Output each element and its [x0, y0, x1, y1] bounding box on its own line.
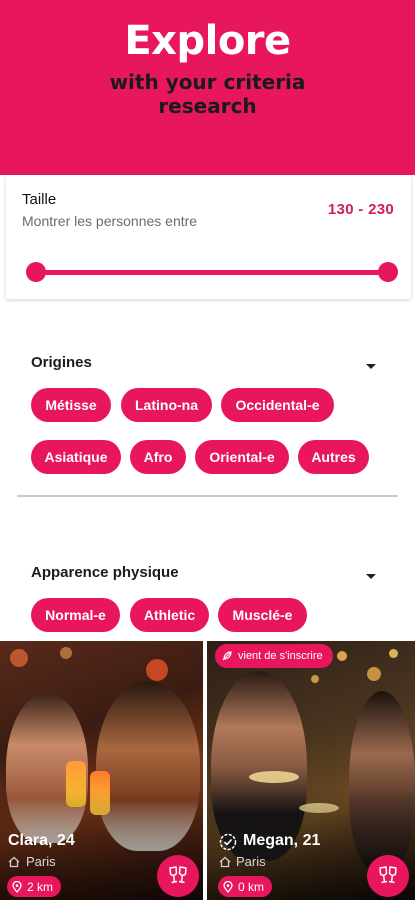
feather-icon: [222, 651, 232, 661]
home-icon: [8, 856, 20, 868]
page-title: Explore: [124, 18, 291, 64]
bokeh-light: [311, 675, 319, 683]
slider-track: [30, 270, 394, 275]
chip-origin-autres[interactable]: Autres: [298, 440, 369, 474]
distance-text: 0 km: [238, 879, 265, 894]
cheers-button[interactable]: [157, 855, 199, 897]
chip-origin-occidental[interactable]: Occidental-e: [221, 388, 334, 422]
slider-max-handle[interactable]: [378, 262, 398, 282]
chip-appearance-athletic[interactable]: Athletic: [130, 598, 209, 632]
caret-down-icon[interactable]: [366, 364, 376, 369]
size-filter-description: Montrer les personnes entre: [22, 213, 198, 229]
chip-origin-latino[interactable]: Latino-na: [121, 388, 212, 422]
subtitle-line-2: research: [158, 94, 257, 118]
new-member-text: vient de s'inscrire: [238, 650, 323, 662]
distance-badge: 0 km: [218, 876, 273, 897]
bokeh-light: [337, 651, 347, 661]
chip-origin-afro[interactable]: Afro: [130, 440, 186, 474]
subtitle-line-1: with your criteria: [109, 70, 306, 94]
size-range-slider[interactable]: [26, 262, 398, 282]
location-pin-icon: [12, 880, 22, 893]
chip-origin-oriental[interactable]: Oriental-e: [195, 440, 289, 474]
bokeh-light: [146, 659, 168, 681]
bokeh-light: [60, 647, 72, 659]
bokeh-light: [10, 649, 28, 667]
distance-badge: 2 km: [7, 876, 62, 897]
appearance-section-title: Apparence physique: [31, 564, 179, 581]
cheers-icon: [169, 866, 187, 884]
bokeh-light: [389, 649, 398, 658]
chip-appearance-muscle[interactable]: Musclé-e: [218, 598, 307, 632]
profile-name: Megan, 21: [243, 832, 321, 849]
profile-name: Clara, 24: [8, 832, 75, 849]
page-subtitle: with your criteria research: [0, 70, 415, 118]
explore-header: Explore with your criteria research: [0, 0, 415, 175]
chip-origin-asiatique[interactable]: Asiatique: [31, 440, 121, 474]
chip-appearance-normal[interactable]: Normal-e: [31, 598, 120, 632]
size-filter-label: Taille: [22, 191, 57, 208]
profile-card[interactable]: Clara, 24 Paris 2 km: [0, 641, 203, 900]
verified-icon: [219, 833, 237, 851]
slider-min-handle[interactable]: [26, 262, 46, 282]
profile-city: Paris: [26, 854, 56, 869]
cheers-icon: [379, 866, 397, 884]
new-member-badge: vient de s'inscrire: [215, 644, 333, 668]
profile-city: Paris: [236, 854, 266, 869]
chip-origin-metisse[interactable]: Métisse: [31, 388, 111, 422]
caret-down-icon[interactable]: [366, 574, 376, 579]
profile-card[interactable]: vient de s'inscrire Megan, 21 Paris 0 km: [207, 641, 415, 900]
origins-section-title: Origines: [31, 354, 92, 371]
home-icon: [219, 856, 231, 868]
size-range-value: 130 - 230: [327, 201, 394, 218]
location-pin-icon: [223, 880, 233, 893]
bokeh-light: [367, 667, 381, 681]
cocktail-glass: [249, 771, 299, 783]
size-filter-card: Taille Montrer les personnes entre 130 -…: [6, 175, 411, 299]
distance-text: 2 km: [27, 879, 54, 894]
section-divider: [17, 495, 398, 497]
cheers-button[interactable]: [367, 855, 409, 897]
